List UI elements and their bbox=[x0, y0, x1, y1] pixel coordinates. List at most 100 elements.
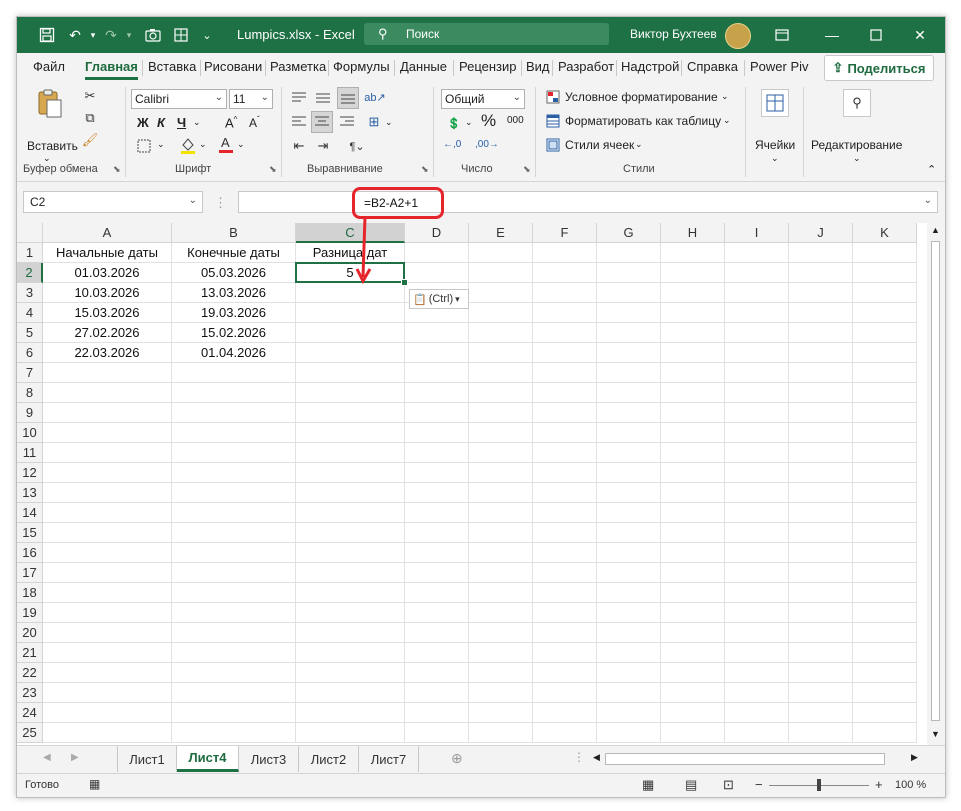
number-format-select[interactable]: Общий ⌄ bbox=[441, 89, 525, 109]
sheet-tab-7[interactable]: Лист7 bbox=[359, 746, 419, 772]
cell-j4[interactable] bbox=[789, 303, 853, 323]
cell-c11[interactable] bbox=[296, 443, 405, 463]
cell-d16[interactable] bbox=[405, 543, 469, 563]
row-header-24[interactable]: 24 bbox=[17, 703, 43, 723]
borders-icon[interactable] bbox=[135, 137, 153, 155]
cell-g16[interactable] bbox=[597, 543, 661, 563]
row-header-19[interactable]: 19 bbox=[17, 603, 43, 623]
cell-a19[interactable] bbox=[43, 603, 172, 623]
tab-split-icon[interactable]: ⋮ bbox=[573, 750, 585, 764]
cell-c8[interactable] bbox=[296, 383, 405, 403]
cell-a2[interactable]: 01.03.2026 bbox=[43, 263, 172, 283]
sheet-tab-1[interactable]: Лист1 bbox=[117, 746, 177, 772]
font-color-icon[interactable]: A bbox=[215, 133, 237, 155]
cell-e5[interactable] bbox=[469, 323, 533, 343]
cell-b16[interactable] bbox=[172, 543, 296, 563]
cell-d21[interactable] bbox=[405, 643, 469, 663]
cell-d25[interactable] bbox=[405, 723, 469, 743]
column-header-h[interactable]: H bbox=[661, 223, 725, 243]
cell-f17[interactable] bbox=[533, 563, 597, 583]
cell-h3[interactable] bbox=[661, 283, 725, 303]
cell-d9[interactable] bbox=[405, 403, 469, 423]
cell-k1[interactable] bbox=[853, 243, 917, 263]
cell-f19[interactable] bbox=[533, 603, 597, 623]
cell-k12[interactable] bbox=[853, 463, 917, 483]
cell-e22[interactable] bbox=[469, 663, 533, 683]
cell-i9[interactable] bbox=[725, 403, 789, 423]
decrease-decimal-icon[interactable]: ,00→ bbox=[475, 139, 499, 150]
cell-f15[interactable] bbox=[533, 523, 597, 543]
cell-c17[interactable] bbox=[296, 563, 405, 583]
cell-f4[interactable] bbox=[533, 303, 597, 323]
cell-g12[interactable] bbox=[597, 463, 661, 483]
cell-b22[interactable] bbox=[172, 663, 296, 683]
cell-e9[interactable] bbox=[469, 403, 533, 423]
cell-g24[interactable] bbox=[597, 703, 661, 723]
cell-b9[interactable] bbox=[172, 403, 296, 423]
cell-j1[interactable] bbox=[789, 243, 853, 263]
column-header-k[interactable]: K bbox=[853, 223, 917, 243]
cell-e1[interactable] bbox=[469, 243, 533, 263]
cell-e13[interactable] bbox=[469, 483, 533, 503]
italic-button[interactable]: К bbox=[157, 115, 165, 130]
tab-formulas[interactable]: Формулы bbox=[333, 59, 390, 74]
percent-button[interactable]: % bbox=[481, 111, 496, 131]
fill-color-icon[interactable] bbox=[177, 135, 199, 155]
cell-g17[interactable] bbox=[597, 563, 661, 583]
cell-d8[interactable] bbox=[405, 383, 469, 403]
cell-b19[interactable] bbox=[172, 603, 296, 623]
cell-d17[interactable] bbox=[405, 563, 469, 583]
row-header-10[interactable]: 10 bbox=[17, 423, 43, 443]
cell-a4[interactable]: 15.03.2026 bbox=[43, 303, 172, 323]
cell-b15[interactable] bbox=[172, 523, 296, 543]
cell-g15[interactable] bbox=[597, 523, 661, 543]
cell-k5[interactable] bbox=[853, 323, 917, 343]
row-header-2[interactable]: 2 bbox=[17, 263, 43, 283]
column-header-j[interactable]: J bbox=[789, 223, 853, 243]
cell-b20[interactable] bbox=[172, 623, 296, 643]
cell-f13[interactable] bbox=[533, 483, 597, 503]
cell-g21[interactable] bbox=[597, 643, 661, 663]
cell-f14[interactable] bbox=[533, 503, 597, 523]
tab-data[interactable]: Данные bbox=[400, 59, 447, 74]
align-left-icon[interactable] bbox=[289, 113, 309, 131]
cell-b7[interactable] bbox=[172, 363, 296, 383]
cell-d15[interactable] bbox=[405, 523, 469, 543]
cell-a24[interactable] bbox=[43, 703, 172, 723]
cell-h24[interactable] bbox=[661, 703, 725, 723]
cell-g18[interactable] bbox=[597, 583, 661, 603]
cell-i16[interactable] bbox=[725, 543, 789, 563]
cell-a5[interactable]: 27.02.2026 bbox=[43, 323, 172, 343]
cell-g6[interactable] bbox=[597, 343, 661, 363]
sheet-tab-3[interactable]: Лист3 bbox=[239, 746, 299, 772]
cell-d7[interactable] bbox=[405, 363, 469, 383]
cell-i14[interactable] bbox=[725, 503, 789, 523]
cell-j23[interactable] bbox=[789, 683, 853, 703]
cell-i15[interactable] bbox=[725, 523, 789, 543]
wrap-orientation-icon[interactable]: ab↗ bbox=[364, 87, 385, 107]
row-header-23[interactable]: 23 bbox=[17, 683, 43, 703]
cell-i10[interactable] bbox=[725, 423, 789, 443]
ribbon-display-icon[interactable] bbox=[767, 23, 797, 47]
cell-a11[interactable] bbox=[43, 443, 172, 463]
cell-k23[interactable] bbox=[853, 683, 917, 703]
cell-e20[interactable] bbox=[469, 623, 533, 643]
paste-icon[interactable] bbox=[35, 87, 65, 119]
merge-center-icon[interactable]: ⊞ bbox=[363, 113, 385, 131]
cell-j22[interactable] bbox=[789, 663, 853, 683]
row-header-18[interactable]: 18 bbox=[17, 583, 43, 603]
cell-i24[interactable] bbox=[725, 703, 789, 723]
cell-styles-dropdown-icon[interactable]: ⌄ bbox=[635, 139, 643, 150]
cell-e6[interactable] bbox=[469, 343, 533, 363]
cell-c15[interactable] bbox=[296, 523, 405, 543]
cell-f25[interactable] bbox=[533, 723, 597, 743]
currency-icon[interactable]: 💲 bbox=[443, 113, 465, 133]
scroll-down-icon[interactable]: ▼ bbox=[931, 729, 940, 739]
cell-h8[interactable] bbox=[661, 383, 725, 403]
font-name-select[interactable]: Calibri ⌄ bbox=[131, 89, 227, 109]
cell-j20[interactable] bbox=[789, 623, 853, 643]
save-icon[interactable] bbox=[37, 25, 57, 45]
cell-b25[interactable] bbox=[172, 723, 296, 743]
row-header-14[interactable]: 14 bbox=[17, 503, 43, 523]
underline-dropdown-icon[interactable]: ⌄ bbox=[193, 117, 201, 128]
